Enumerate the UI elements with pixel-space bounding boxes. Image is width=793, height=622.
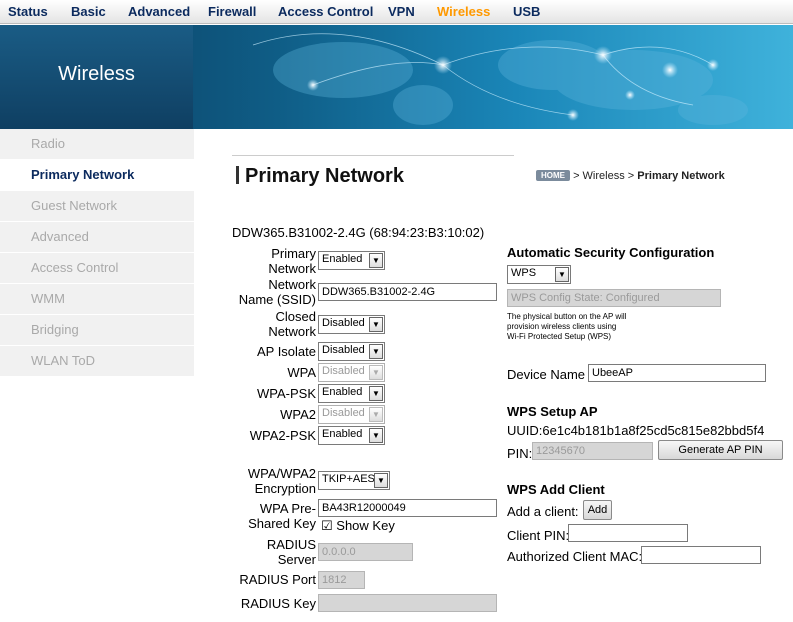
top-nav: Status Basic Advanced Firewall Access Contro…: [0, 0, 793, 24]
encryption-select[interactable]: TKIP+AES ▼: [318, 471, 390, 490]
chevron-down-icon: ▼: [369, 428, 383, 443]
radius-server-label: RADIUS Server: [266, 537, 316, 567]
page-title: Primary Network: [245, 165, 404, 187]
wpa-psk-label: WPA-PSK: [257, 386, 316, 401]
nav-access-control[interactable]: Access Control: [278, 4, 373, 19]
nav-basic[interactable]: Basic: [71, 4, 106, 19]
authorized-mac-label: Authorized Client MAC:: [507, 549, 643, 564]
device-name-label: Device Name: [507, 367, 586, 382]
wpa-label: WPA: [287, 365, 316, 380]
radius-port-input: 1812: [318, 571, 365, 589]
nav-vpn[interactable]: VPN: [388, 4, 415, 19]
radius-key-input: [318, 594, 497, 612]
client-pin-input[interactable]: [568, 524, 688, 542]
sidebar-item-advanced[interactable]: Advanced: [0, 222, 194, 253]
chevron-down-icon: ▼: [374, 473, 388, 488]
closed-network-label: Closed Network: [268, 309, 316, 339]
add-client-label: Add a client:: [507, 504, 579, 519]
sidebar-item-access-control[interactable]: Access Control: [0, 253, 194, 284]
nav-status[interactable]: Status: [8, 4, 48, 19]
chevron-down-icon: ▼: [369, 365, 383, 380]
header-banner: Wireless: [0, 25, 793, 129]
primary-network-select[interactable]: Enabled ▼: [318, 251, 385, 270]
show-key-checkbox[interactable]: ☑: [321, 518, 333, 533]
ap-isolate-select[interactable]: Disabled ▼: [318, 342, 385, 361]
sidebar-item-wmm[interactable]: WMM: [0, 284, 194, 315]
nav-advanced[interactable]: Advanced: [128, 4, 190, 19]
show-key-row: ☑ Show Key: [321, 518, 395, 534]
world-map-network-graphic: [252, 33, 748, 125]
sidebar-item-radio[interactable]: Radio: [0, 129, 194, 160]
pin-input: 12345670: [532, 442, 653, 460]
ssid-header: DDW365.B31002-2.4G (68:94:23:B3:10:02): [232, 225, 485, 240]
chevron-down-icon: ▼: [555, 267, 569, 282]
title-divider: [232, 155, 514, 156]
encryption-label: WPA/WPA2 Encryption: [247, 466, 316, 496]
nav-wireless[interactable]: Wireless: [437, 4, 490, 19]
show-key-label: Show Key: [336, 518, 395, 533]
security-mode-select[interactable]: WPS ▼: [507, 265, 571, 284]
wps-config-state: WPS Config State: Configured: [507, 289, 721, 307]
add-client-button[interactable]: Add: [583, 500, 612, 520]
sidebar-item-bridging[interactable]: Bridging: [0, 315, 194, 346]
sidebar-item-guest-network[interactable]: Guest Network: [0, 191, 194, 222]
banner-title: Wireless: [58, 63, 135, 85]
chevron-down-icon: ▼: [369, 386, 383, 401]
psk-input[interactable]: BA43R12000049: [318, 499, 497, 517]
auto-security-heading: Automatic Security Configuration: [507, 245, 715, 260]
radius-server-input: 0.0.0.0: [318, 543, 413, 561]
chevron-down-icon: ▼: [369, 407, 383, 422]
closed-network-select[interactable]: Disabled ▼: [318, 315, 385, 334]
wps-add-client-heading: WPS Add Client: [507, 482, 605, 497]
sidebar-item-primary-network[interactable]: Primary Network: [0, 160, 194, 191]
ssid-input[interactable]: DDW365.B31002-2.4G: [318, 283, 497, 301]
sidebar-item-wlan-tod[interactable]: WLAN ToD: [0, 346, 194, 377]
wpa-select: Disabled ▼: [318, 363, 385, 382]
nav-firewall[interactable]: Firewall: [208, 4, 256, 19]
ap-isolate-label: AP Isolate: [256, 344, 316, 359]
generate-ap-pin-button[interactable]: Generate AP PIN: [658, 440, 783, 460]
wpa2-psk-select[interactable]: Enabled ▼: [318, 426, 385, 445]
breadcrumb-current: Primary Network: [637, 170, 725, 182]
radius-port-label: RADIUS Port: [239, 572, 316, 587]
breadcrumb: HOME > Wireless > Primary Network: [536, 170, 725, 182]
radius-key-label: RADIUS Key: [240, 596, 316, 611]
wpa2-label: WPA2: [280, 407, 316, 422]
nav-usb[interactable]: USB: [513, 4, 540, 19]
chevron-down-icon: ▼: [369, 253, 383, 268]
pin-label: PIN:: [507, 446, 533, 461]
wps-uuid: UUID:6e1c4b181b1a8f25cd5c815e82bbd5f4: [507, 423, 765, 438]
wps-setup-ap-heading: WPS Setup AP: [507, 404, 598, 419]
sidebar: Radio Primary Network Guest Network Advance…: [0, 129, 194, 377]
home-icon[interactable]: HOME: [536, 170, 570, 181]
wpa2-select: Disabled ▼: [318, 405, 385, 424]
title-accent-bar: [236, 166, 239, 184]
chevron-down-icon: ▼: [369, 344, 383, 359]
wps-note: The physical button on the AP will provis…: [507, 312, 627, 341]
breadcrumb-mid: > Wireless >: [573, 170, 635, 182]
wpa-psk-select[interactable]: Enabled ▼: [318, 384, 385, 403]
wpa2-psk-label: WPA2-PSK: [249, 428, 316, 443]
ssid-label: Network Name (SSID): [238, 277, 316, 307]
client-pin-label: Client PIN:: [507, 528, 570, 543]
banner-section-title-area: Wireless: [0, 25, 193, 129]
device-name-input[interactable]: UbeeAP: [588, 364, 766, 382]
authorized-mac-input[interactable]: [641, 546, 761, 564]
psk-label: WPA Pre- Shared Key: [248, 501, 316, 531]
primary-network-label: Primary Network: [268, 246, 316, 276]
chevron-down-icon: ▼: [369, 317, 383, 332]
